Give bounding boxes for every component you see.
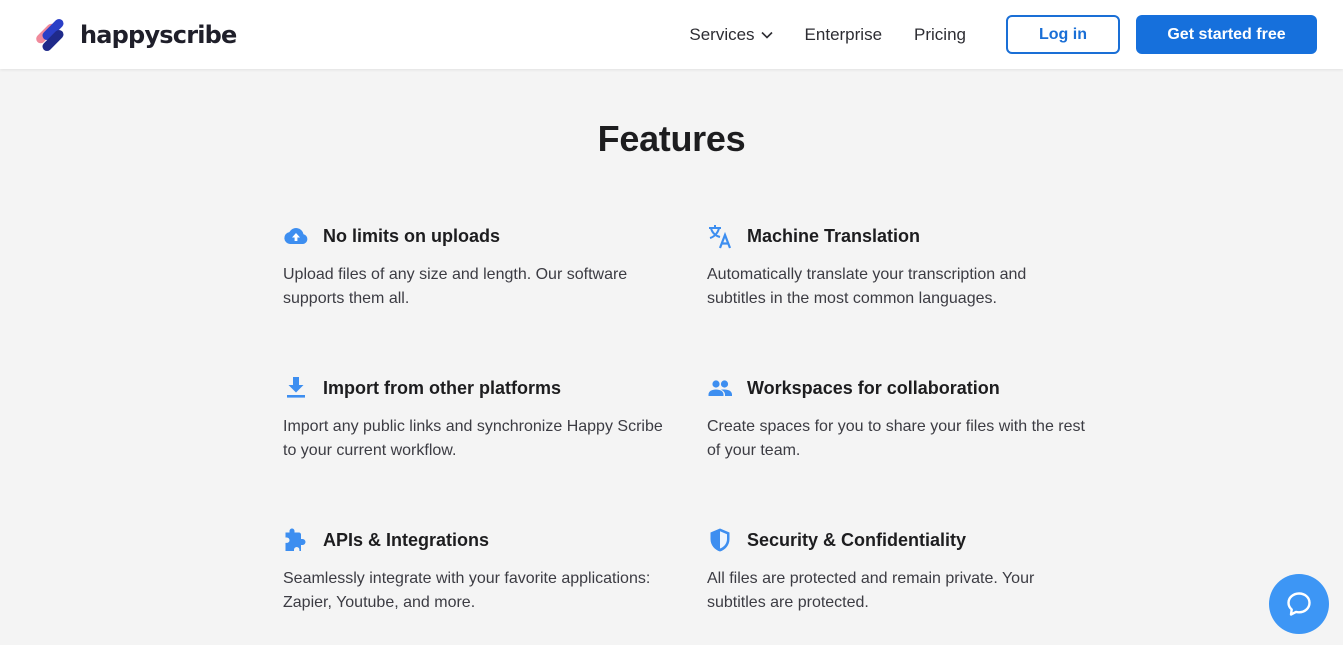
feature-title: Machine Translation	[747, 225, 921, 246]
feature-title: Workspaces for collaboration	[747, 377, 1000, 398]
feature-description: Create spaces for you to share your file…	[707, 418, 1085, 459]
top-navbar: happyscribe Services Enterprise Pricing …	[0, 0, 1343, 69]
main-nav: Services Enterprise Pricing Log in Get s…	[689, 15, 1317, 54]
feature-title: APIs & Integrations	[323, 529, 490, 550]
get-started-button[interactable]: Get started free	[1136, 15, 1317, 54]
chevron-down-icon	[760, 31, 773, 39]
nav-pricing[interactable]: Pricing	[914, 25, 966, 45]
feature-description: Import any public links and synchronize …	[283, 418, 663, 459]
chat-launcher-button[interactable]	[1269, 574, 1329, 634]
nav-services-label: Services	[689, 24, 755, 44]
cloud-upload-icon	[284, 228, 308, 244]
feature-title: Security & Confidentiality	[747, 529, 967, 550]
feature-translation: Machine Translation Automatically transl…	[707, 223, 1087, 311]
feature-title: Import from other platforms	[323, 377, 562, 398]
feature-apis: APIs & Integrations Seamlessly integrate…	[283, 527, 663, 615]
feature-uploads: No limits on uploads Upload files of any…	[283, 223, 663, 311]
logo[interactable]: happyscribe	[32, 15, 237, 55]
logo-text: happyscribe	[80, 20, 237, 49]
feature-description: Upload files of any size and length. Our…	[283, 266, 628, 307]
feature-description: Seamlessly integrate with your favorite …	[283, 570, 651, 611]
feature-description: Automatically translate your transcripti…	[707, 266, 1027, 307]
page-title: Features	[597, 118, 746, 159]
puzzle-icon	[285, 528, 306, 551]
nav-enterprise[interactable]: Enterprise	[805, 25, 882, 45]
feature-workspaces: Workspaces for collaboration Create spac…	[707, 375, 1087, 463]
feature-description: All files are protected and remain priva…	[707, 570, 1035, 611]
people-icon	[708, 380, 732, 396]
translate-icon	[709, 225, 732, 249]
login-button[interactable]: Log in	[1006, 15, 1120, 54]
logo-icon	[36, 18, 64, 51]
nav-services[interactable]: Services	[689, 24, 773, 45]
feature-import: Import from other platforms Import any p…	[283, 375, 663, 463]
feature-title: No limits on uploads	[323, 225, 501, 246]
shield-icon	[710, 528, 730, 552]
chat-icon	[1287, 592, 1311, 616]
download-icon	[287, 377, 305, 398]
feature-security: Security & Confidentiality All files are…	[707, 527, 1087, 615]
